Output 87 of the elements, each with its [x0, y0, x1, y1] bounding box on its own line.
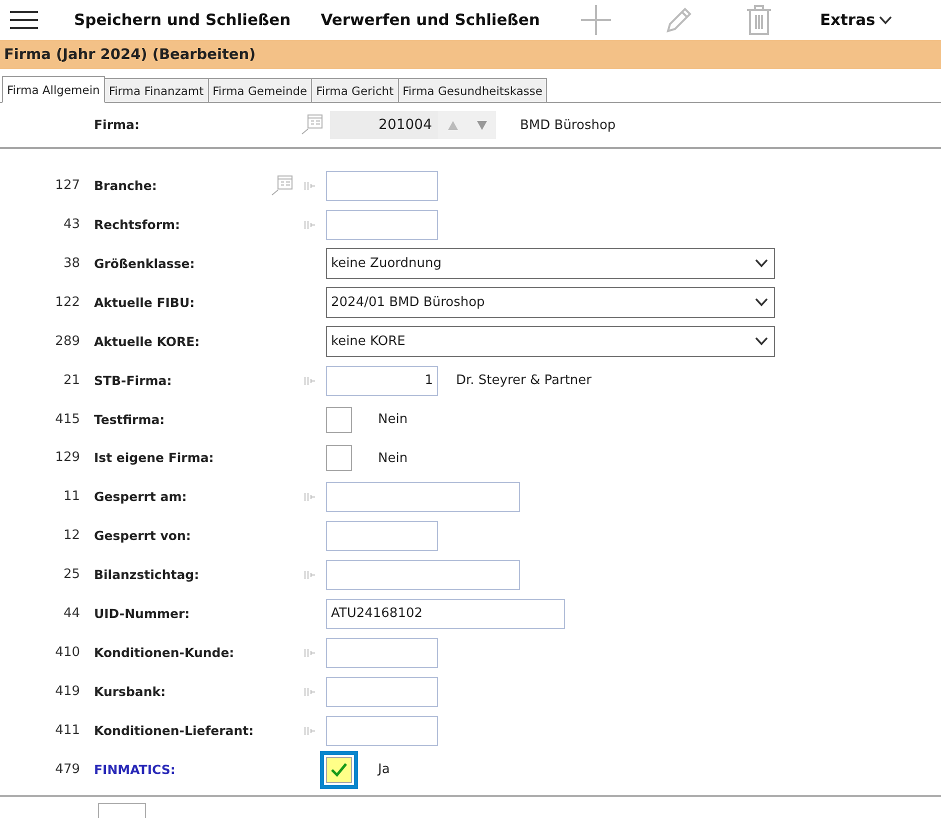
input-field[interactable]	[326, 560, 520, 590]
input-field[interactable]	[326, 210, 438, 240]
field-number: 129	[54, 449, 80, 468]
dropdown-field[interactable]: 2024/01 BMD Büroshop	[326, 287, 775, 318]
menu-icon	[10, 10, 38, 30]
lookup-icon[interactable]	[270, 175, 294, 198]
field-label: Branche:	[94, 177, 158, 196]
marker-icon	[304, 726, 316, 736]
company-number: 201004	[330, 111, 438, 140]
checkbox[interactable]	[320, 750, 358, 789]
field-number: 11	[62, 488, 80, 506]
field-label: UID-Nummer:	[94, 604, 191, 623]
input-field[interactable]	[326, 676, 438, 707]
field-number: 411	[54, 722, 80, 740]
dropdown-field[interactable]: keine KORE	[326, 326, 775, 358]
field-label: Rechtsform:	[94, 216, 182, 234]
dropdown-value: keine KORE	[331, 334, 406, 350]
footer-field	[98, 802, 146, 818]
marker-icon	[304, 686, 316, 697]
input-field[interactable]	[326, 482, 520, 512]
up-arrow-icon[interactable]	[448, 120, 458, 130]
marker-icon	[304, 181, 316, 192]
trash-icon	[746, 4, 772, 36]
field-number: 415	[54, 410, 80, 429]
field-number: 289	[54, 332, 80, 351]
extras-menu-button[interactable]: Extras	[820, 7, 892, 34]
field-label: Konditionen-Lieferant:	[94, 722, 255, 740]
field-label: Größenklasse:	[94, 254, 196, 273]
field-number: 127	[54, 177, 80, 196]
field-label: Gesperrt am:	[94, 488, 188, 506]
toolbar-button[interactable]: Speichern und Schließen	[74, 7, 291, 34]
field-label: Firma:	[94, 116, 140, 134]
tab[interactable]: Firma Gesundheitskasse	[398, 78, 548, 102]
chevron-down-icon	[755, 298, 768, 308]
dropdown-value: keine Zuordnung	[331, 256, 442, 272]
dropdown-value: 2024/01 BMD Büroshop	[331, 295, 485, 310]
field-number: 479	[54, 760, 80, 779]
field-number: 38	[62, 254, 80, 273]
field-number: 25	[62, 566, 80, 584]
field-label: Testfirma:	[94, 410, 166, 429]
field-label: Gesperrt von:	[94, 527, 192, 546]
marker-icon	[304, 492, 316, 502]
tab[interactable]: Firma Gemeinde	[208, 78, 312, 102]
down-arrow-icon[interactable]	[476, 120, 486, 130]
field-label: Bilanzstichtag:	[94, 566, 200, 584]
chevron-down-icon	[755, 259, 768, 268]
input-field[interactable]	[326, 521, 438, 552]
checkmark-icon	[330, 762, 348, 778]
field-label: Aktuelle FIBU:	[94, 294, 196, 312]
toolbar-button[interactable]: Verwerfen und Schließen	[320, 7, 540, 34]
field-number: 43	[62, 216, 80, 234]
field-label: FINMATICS:	[94, 760, 176, 779]
checkbox-value: Nein	[378, 412, 408, 428]
input-field[interactable]: 1	[326, 366, 438, 396]
field-label: Ist eigene Firma:	[94, 449, 215, 468]
field-label: Aktuelle KORE:	[94, 332, 201, 351]
pencil-icon	[664, 5, 694, 36]
marker-icon	[304, 220, 316, 230]
marker-icon	[304, 376, 316, 386]
chevron-down-icon	[879, 16, 892, 25]
chevron-down-icon	[755, 337, 768, 346]
input-field[interactable]	[326, 171, 438, 202]
tab[interactable]: Firma Gericht	[311, 78, 399, 102]
window-title: Firma (Jahr 2024) (Bearbeiten)	[0, 40, 941, 70]
field-number: 419	[54, 682, 80, 701]
field-number: 21	[62, 372, 80, 390]
input-field[interactable]	[326, 716, 438, 746]
checkbox-value: Ja	[378, 762, 390, 778]
field-number: 44	[62, 604, 80, 623]
marker-icon	[304, 648, 316, 658]
tab[interactable]: Firma Finanzamt	[104, 78, 209, 102]
field-label: STB-Firma:	[94, 372, 173, 390]
dropdown-field[interactable]: keine Zuordnung	[326, 248, 775, 280]
lookup-icon[interactable]	[300, 114, 324, 136]
plus-icon	[580, 4, 612, 36]
field-number: 410	[54, 644, 80, 662]
field-label: Kursbank:	[94, 682, 167, 701]
input-field[interactable]	[326, 638, 438, 668]
tab[interactable]: Firma Allgemein	[2, 76, 105, 104]
field-label: Konditionen-Kunde:	[94, 644, 236, 662]
field-number: 122	[54, 294, 80, 312]
marker-icon	[304, 570, 316, 580]
input-field[interactable]: ATU24168102	[326, 598, 565, 629]
field-number: 12	[62, 527, 80, 546]
field-note: Dr. Steyrer & Partner	[456, 373, 592, 388]
company-name: BMD Büroshop	[520, 118, 616, 133]
checkbox-value: Nein	[378, 450, 408, 466]
